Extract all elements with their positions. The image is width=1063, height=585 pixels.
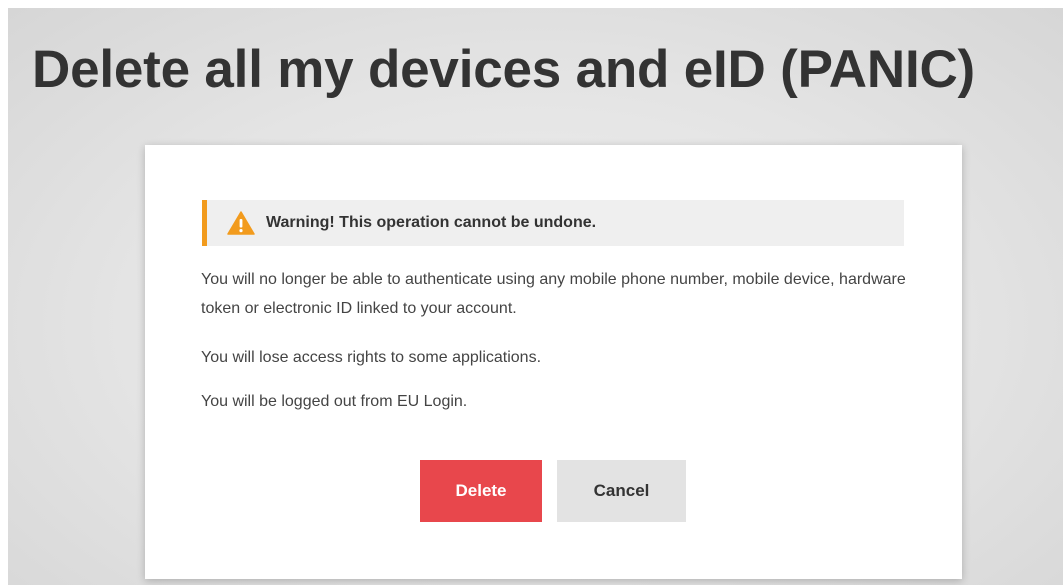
cancel-button[interactable]: Cancel [557,460,686,522]
paragraph-logout: You will be logged out from EU Login. [201,393,468,410]
page-title: Delete all my devices and eID (PANIC) [32,40,976,99]
warning-triangle-icon [227,211,255,235]
confirmation-dialog: Warning! This operation cannot be undone… [145,145,962,579]
paragraph-access-rights: You will lose access rights to some appl… [201,349,542,366]
paragraph-authentication: You will no longer be able to authentica… [201,271,906,317]
warning-text: Warning! This operation cannot be undone… [266,214,597,231]
warning-banner: Warning! This operation cannot be undone… [202,200,904,246]
delete-button[interactable]: Delete [420,460,542,522]
slide-background: Delete all my devices and eID (PANIC) Wa… [8,8,1063,585]
